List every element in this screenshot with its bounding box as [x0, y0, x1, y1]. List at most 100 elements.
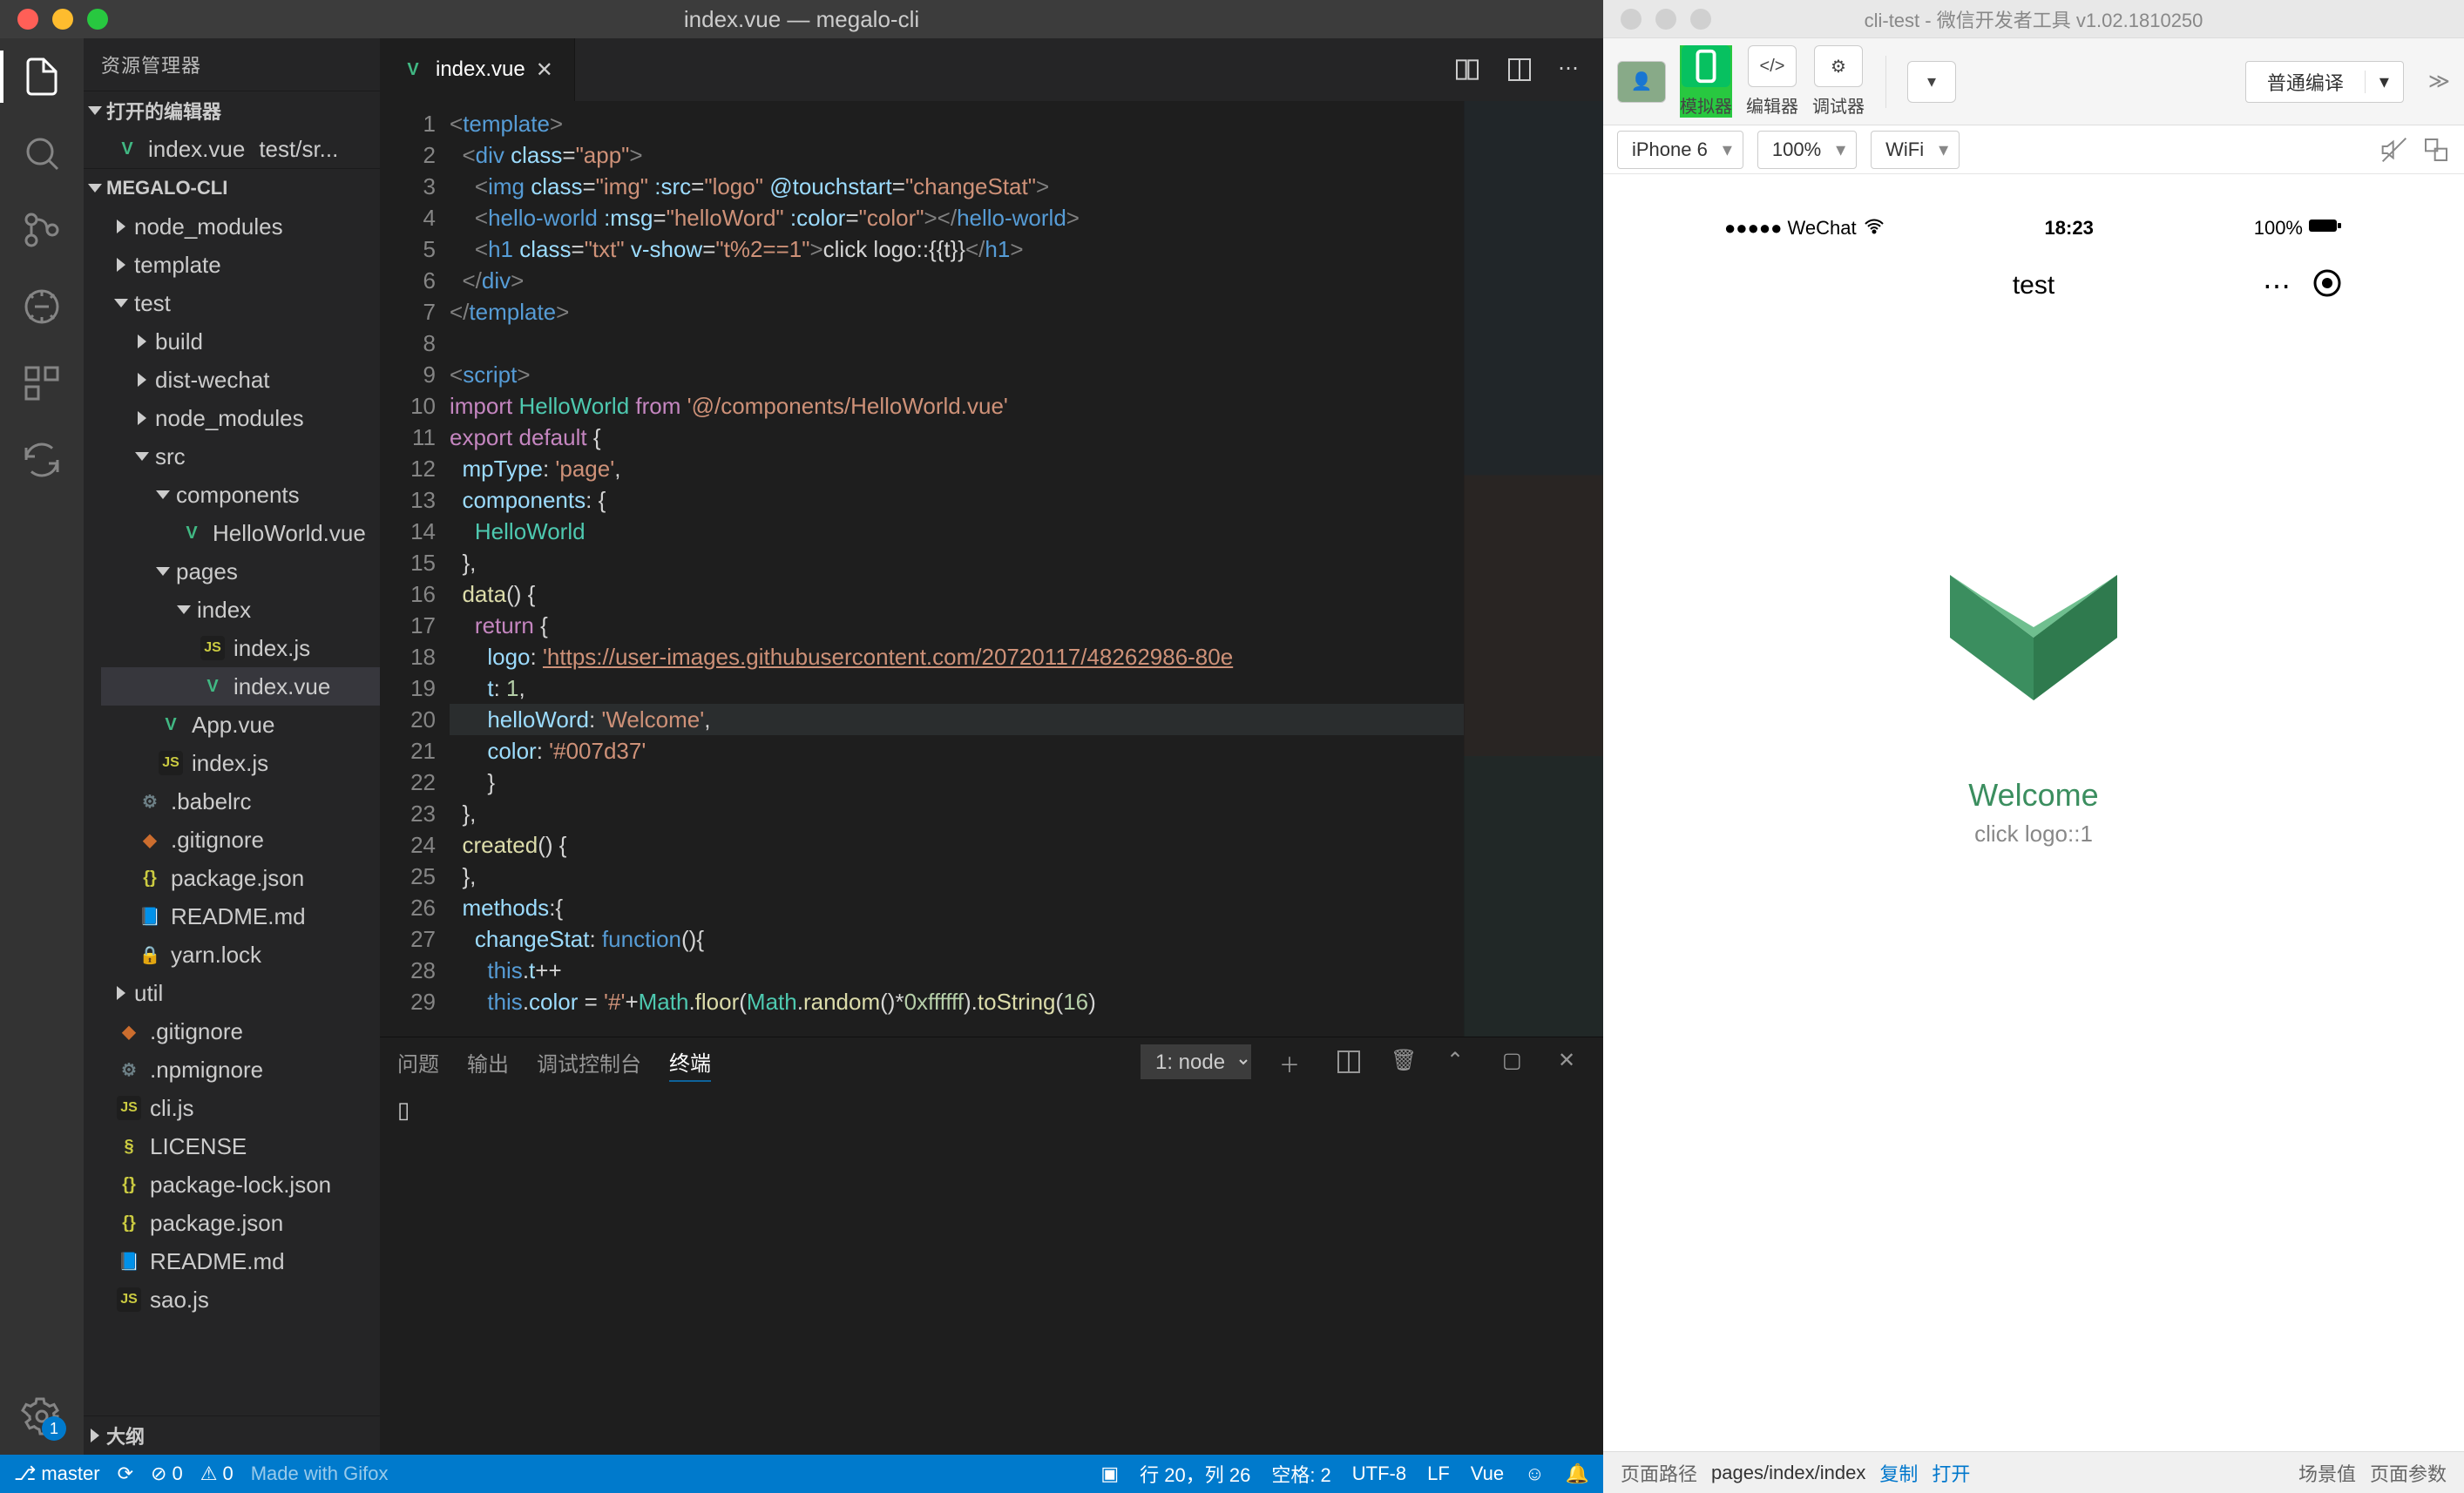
minimap[interactable] — [1464, 101, 1603, 1037]
folder-build[interactable]: build — [101, 322, 380, 361]
folder-node_modules[interactable]: node_modules — [101, 207, 380, 246]
mute-icon[interactable] — [2380, 136, 2408, 164]
code-content[interactable]: <template> <div class="app"> <img class=… — [450, 101, 1464, 1037]
status-bell-icon[interactable]: 🔔 — [1566, 1463, 1589, 1485]
status-line-col[interactable]: 行 20，列 26 — [1140, 1460, 1250, 1488]
status-warnings[interactable]: ⚠ 0 — [200, 1463, 234, 1485]
file-README.md[interactable]: 📘README.md — [101, 897, 380, 936]
status-branch[interactable]: ⎇ master — [14, 1463, 100, 1485]
detach-icon[interactable] — [2422, 136, 2450, 164]
search-icon[interactable] — [21, 132, 63, 174]
folder-components[interactable]: components — [101, 476, 380, 514]
folder-pages[interactable]: pages — [101, 552, 380, 591]
folder-node_modules[interactable]: node_modules — [101, 399, 380, 437]
editor-button[interactable]: </>编辑器 — [1746, 45, 1798, 118]
scene-label[interactable]: 场景值 — [2298, 1459, 2356, 1487]
compile-select[interactable]: 普通编译▾ — [2245, 61, 2404, 103]
folder-src[interactable]: src — [101, 437, 380, 476]
status-eol[interactable]: LF — [1427, 1463, 1450, 1485]
status-errors[interactable]: ⊘ 0 — [151, 1463, 183, 1485]
network-select[interactable]: WiFi — [1871, 131, 1960, 169]
status-sync[interactable]: ⟳ — [118, 1463, 133, 1485]
device-select[interactable]: iPhone 6 — [1617, 131, 1743, 169]
open-editors-section[interactable]: 打开的编辑器 — [84, 91, 380, 130]
file-index.js[interactable]: JSindex.js — [101, 629, 380, 667]
file-index.js[interactable]: JSindex.js — [101, 744, 380, 782]
file-.gitignore[interactable]: ◆.gitignore — [101, 1012, 380, 1051]
params-label[interactable]: 页面参数 — [2370, 1459, 2447, 1487]
file-.npmignore[interactable]: ⚙.npmignore — [101, 1051, 380, 1089]
panel-tab-output[interactable]: 输出 — [467, 1044, 509, 1081]
debugger-button[interactable]: ⚙调试器 — [1812, 45, 1865, 118]
phone-content[interactable]: Welcome click logo::1 — [1707, 324, 2360, 1451]
extensions-icon[interactable] — [21, 362, 63, 404]
status-encoding[interactable]: UTF-8 — [1352, 1463, 1406, 1485]
capsule-close-icon[interactable] — [2312, 267, 2343, 305]
close-tab-icon[interactable]: ✕ — [536, 57, 553, 83]
status-spaces[interactable]: 空格: 2 — [1271, 1460, 1330, 1488]
explorer-icon[interactable] — [21, 56, 63, 98]
folder-index[interactable]: index — [101, 591, 380, 629]
file-README.md[interactable]: 📘README.md — [101, 1242, 380, 1280]
file-HelloWorld.vue[interactable]: VHelloWorld.vue — [101, 514, 380, 552]
folder-test[interactable]: test — [101, 284, 380, 322]
close-window-button[interactable] — [17, 9, 38, 30]
folder-util[interactable]: util — [101, 974, 380, 1012]
capsule-menu-icon[interactable]: ⋯ — [2263, 269, 2291, 302]
panel-tab-terminal[interactable]: 终端 — [669, 1043, 711, 1082]
app-logo[interactable] — [1929, 533, 2138, 742]
outline-section[interactable]: 大纲 — [84, 1416, 380, 1455]
file-App.vue[interactable]: VApp.vue — [101, 706, 380, 744]
more-icon[interactable]: ⋯ — [1558, 56, 1586, 84]
new-terminal-icon[interactable]: ＋ — [1279, 1048, 1307, 1076]
file-.babelrc[interactable]: ⚙.babelrc — [101, 782, 380, 821]
zoom-select[interactable]: 100% — [1757, 131, 1857, 169]
maximize-panel-icon[interactable]: ▢ — [1502, 1048, 1530, 1076]
avatar-button[interactable]: 👤 — [1617, 61, 1666, 103]
file-LICENSE[interactable]: §LICENSE — [101, 1127, 380, 1165]
file-index.vue[interactable]: Vindex.vue — [101, 667, 380, 706]
compare-icon[interactable] — [1453, 56, 1481, 84]
devtool-close-button[interactable] — [1621, 9, 1642, 30]
panel-tab-problems[interactable]: 问题 — [397, 1044, 439, 1081]
devtool-minimize-button[interactable] — [1655, 9, 1676, 30]
code-editor[interactable]: 1234567891011121314151617181920212223242… — [380, 101, 1603, 1037]
source-control-icon[interactable] — [21, 209, 63, 251]
open-link[interactable]: 打开 — [1932, 1459, 1970, 1487]
file-.gitignore[interactable]: ◆.gitignore — [101, 821, 380, 859]
devtool-maximize-button[interactable] — [1690, 9, 1711, 30]
minimize-window-button[interactable] — [52, 9, 73, 30]
tab-index-vue[interactable]: V index.vue ✕ — [380, 38, 575, 101]
status-feedback-icon[interactable]: ☺ — [1525, 1463, 1544, 1485]
close-panel-icon[interactable]: ✕ — [1558, 1048, 1586, 1076]
kill-terminal-icon[interactable]: 🗑 — [1391, 1048, 1418, 1076]
settings-gear-icon[interactable]: 1 — [21, 1395, 63, 1437]
sync-icon[interactable] — [21, 439, 63, 481]
status-language[interactable]: Vue — [1471, 1463, 1504, 1485]
folder-template[interactable]: template — [101, 246, 380, 284]
status-broadcast-icon[interactable]: ▣ — [1100, 1463, 1119, 1485]
window-controls — [0, 9, 108, 30]
terminal-task-select[interactable]: 1: node — [1141, 1044, 1251, 1079]
simulator-button[interactable]: 模拟器 — [1680, 45, 1732, 118]
copy-link[interactable]: 复制 — [1879, 1459, 1918, 1487]
debug-icon[interactable] — [21, 286, 63, 328]
file-package-lock.json[interactable]: {}package-lock.json — [101, 1165, 380, 1204]
toolbar-dropdown[interactable]: ▾ — [1907, 61, 1956, 103]
js-file-icon: JS — [117, 1096, 141, 1120]
panel-up-icon[interactable]: ⌃ — [1446, 1048, 1474, 1076]
file-yarn.lock[interactable]: 🔒yarn.lock — [101, 936, 380, 974]
terminal-body[interactable]: ▯ — [380, 1086, 1603, 1455]
open-editor-item[interactable]: V index.vue test/sr... — [84, 130, 380, 168]
project-section[interactable]: MEGALO-CLI — [84, 169, 380, 207]
file-cli.js[interactable]: JScli.js — [101, 1089, 380, 1127]
folder-dist-wechat[interactable]: dist-wechat — [101, 361, 380, 399]
split-terminal-icon[interactable] — [1335, 1048, 1363, 1076]
panel-tab-debug[interactable]: 调试控制台 — [537, 1044, 641, 1081]
file-package.json[interactable]: {}package.json — [101, 1204, 380, 1242]
file-sao.js[interactable]: JSsao.js — [101, 1280, 380, 1319]
expand-toolbar-icon[interactable]: ≫ — [2428, 69, 2450, 94]
file-package.json[interactable]: {}package.json — [101, 859, 380, 897]
split-editor-icon[interactable] — [1506, 56, 1533, 84]
maximize-window-button[interactable] — [87, 9, 108, 30]
